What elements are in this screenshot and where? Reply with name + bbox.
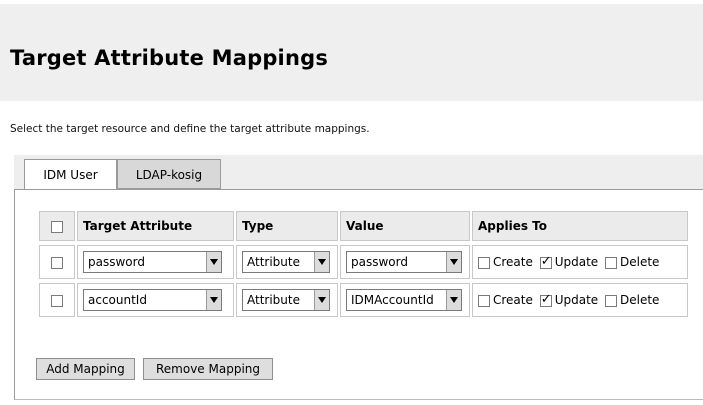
chevron-down-icon[interactable] xyxy=(314,290,329,310)
column-header-target-attribute[interactable]: Target Attribute xyxy=(77,211,234,241)
add-mapping-button[interactable]: Add Mapping xyxy=(36,358,135,380)
type-select[interactable]: Attribute xyxy=(242,251,330,273)
table-row: accountId Attribute IDMAccountId Create … xyxy=(39,283,688,317)
chevron-down-icon[interactable] xyxy=(206,252,221,272)
target-attribute-select[interactable]: accountId xyxy=(83,289,222,311)
row-select-cell xyxy=(39,283,75,317)
delete-checkbox[interactable] xyxy=(605,256,617,269)
update-label: Update xyxy=(554,293,599,307)
delete-checkbox[interactable] xyxy=(605,294,617,307)
tab-idm-user[interactable]: IDM User xyxy=(24,159,117,189)
create-label: Create xyxy=(493,255,533,269)
chevron-down-icon[interactable] xyxy=(206,290,221,310)
value-value: password xyxy=(351,255,408,269)
remove-mapping-button[interactable]: Remove Mapping xyxy=(143,358,273,380)
row-select-checkbox[interactable] xyxy=(51,256,63,269)
create-checkbox[interactable] xyxy=(478,294,490,307)
row-select-cell xyxy=(39,245,75,279)
applies-to-cell: Create Update Delete xyxy=(472,245,688,279)
chevron-down-icon[interactable] xyxy=(446,252,461,272)
table-row: password Attribute password Create Updat… xyxy=(39,245,688,279)
value-value: IDMAccountId xyxy=(351,293,434,307)
type-value: Attribute xyxy=(247,255,300,269)
applies-to-cell: Create Update Delete xyxy=(472,283,688,317)
create-label: Create xyxy=(493,293,533,307)
target-attribute-value: accountId xyxy=(88,293,147,307)
update-checkbox[interactable] xyxy=(539,254,552,269)
select-all-checkbox[interactable] xyxy=(51,220,63,233)
target-attribute-value: password xyxy=(88,255,145,269)
type-select[interactable]: Attribute xyxy=(242,289,330,311)
value-cell: IDMAccountId xyxy=(340,283,470,317)
mapping-table: Target Attribute Type Value Applies To p… xyxy=(37,211,690,317)
type-value: Attribute xyxy=(247,293,300,307)
row-select-checkbox[interactable] xyxy=(51,294,63,307)
create-checkbox[interactable] xyxy=(478,256,490,269)
column-header-value[interactable]: Value xyxy=(340,211,470,241)
update-label: Update xyxy=(554,255,599,269)
target-attribute-cell: accountId xyxy=(77,283,234,317)
delete-label: Delete xyxy=(620,255,660,269)
chevron-down-icon[interactable] xyxy=(446,290,461,310)
type-cell: Attribute xyxy=(236,245,338,279)
column-header-type[interactable]: Type xyxy=(236,211,338,241)
page-title: Target Attribute Mappings xyxy=(10,46,329,70)
instructions-text: Select the target resource and define th… xyxy=(10,123,370,135)
column-header-applies-to[interactable]: Applies To xyxy=(472,211,688,241)
value-cell: password xyxy=(340,245,470,279)
tab-ldap-kosig[interactable]: LDAP-kosig xyxy=(117,159,221,189)
value-select[interactable]: password xyxy=(346,251,462,273)
value-select[interactable]: IDMAccountId xyxy=(346,289,462,311)
delete-label: Delete xyxy=(620,293,660,307)
type-cell: Attribute xyxy=(236,283,338,317)
update-checkbox[interactable] xyxy=(539,292,552,307)
table-header-row: Target Attribute Type Value Applies To xyxy=(39,211,688,241)
target-attribute-cell: password xyxy=(77,245,234,279)
select-all-cell xyxy=(39,211,75,241)
chevron-down-icon[interactable] xyxy=(314,252,329,272)
target-attribute-select[interactable]: password xyxy=(83,251,222,273)
